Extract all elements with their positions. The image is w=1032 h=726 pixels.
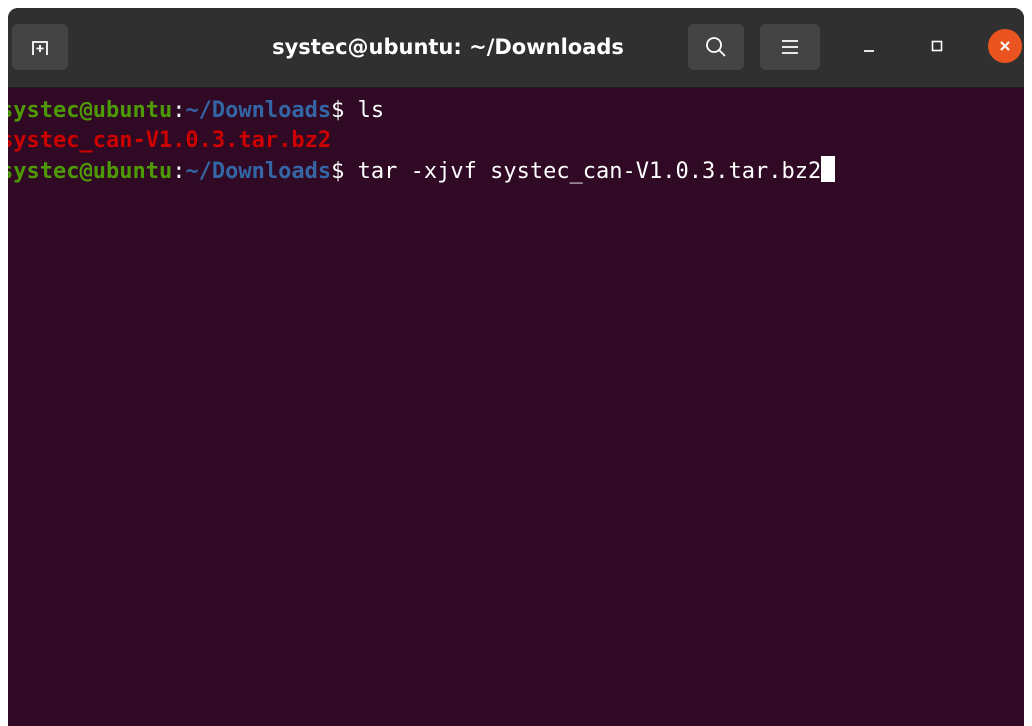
window-title: systec@ubuntu: ~/Downloads [272, 35, 624, 59]
prompt-path: ~/Downloads [185, 159, 332, 184]
prompt-user-host: systec@ubuntu [8, 159, 173, 184]
terminal-output[interactable]: systec@ubuntu:~/Downloads$ ls systec_can… [8, 88, 1024, 726]
maximize-icon [931, 40, 943, 52]
terminal-line: systec@ubuntu:~/Downloads$ tar -xjvf sys… [8, 156, 836, 186]
command-input[interactable]: tar -xjvf systec_can-V1.0.3.tar.bz2 [358, 159, 822, 184]
command-text: ls [357, 98, 385, 123]
search-button[interactable] [688, 24, 744, 70]
prompt-user-host: systec@ubuntu [8, 98, 173, 123]
prompt-symbol: $ [331, 159, 358, 184]
minimize-button[interactable] [851, 28, 887, 64]
terminal-line: systec@ubuntu:~/Downloads$ ls [8, 96, 384, 126]
minimize-icon [864, 50, 874, 52]
new-tab-button[interactable] [12, 24, 68, 70]
title-bar: systec@ubuntu: ~/Downloads [8, 8, 1024, 88]
menu-button[interactable] [760, 24, 820, 70]
prompt-colon: : [172, 98, 186, 123]
hamburger-menu-icon [782, 40, 798, 54]
maximize-button[interactable] [919, 28, 955, 64]
close-icon [1000, 41, 1010, 51]
output-archive-file: systec_can-V1.0.3.tar.bz2 [8, 128, 332, 153]
search-icon [706, 37, 726, 57]
prompt-symbol: $ [331, 98, 358, 123]
terminal-line: systec_can-V1.0.3.tar.bz2 [8, 126, 331, 156]
text-cursor [821, 156, 836, 182]
prompt-colon: : [172, 159, 186, 184]
terminal-window: systec@ubuntu: ~/Downloads systec@ubuntu… [8, 8, 1024, 726]
close-button[interactable] [988, 29, 1022, 63]
new-tab-icon [32, 41, 48, 55]
prompt-path: ~/Downloads [185, 98, 332, 123]
